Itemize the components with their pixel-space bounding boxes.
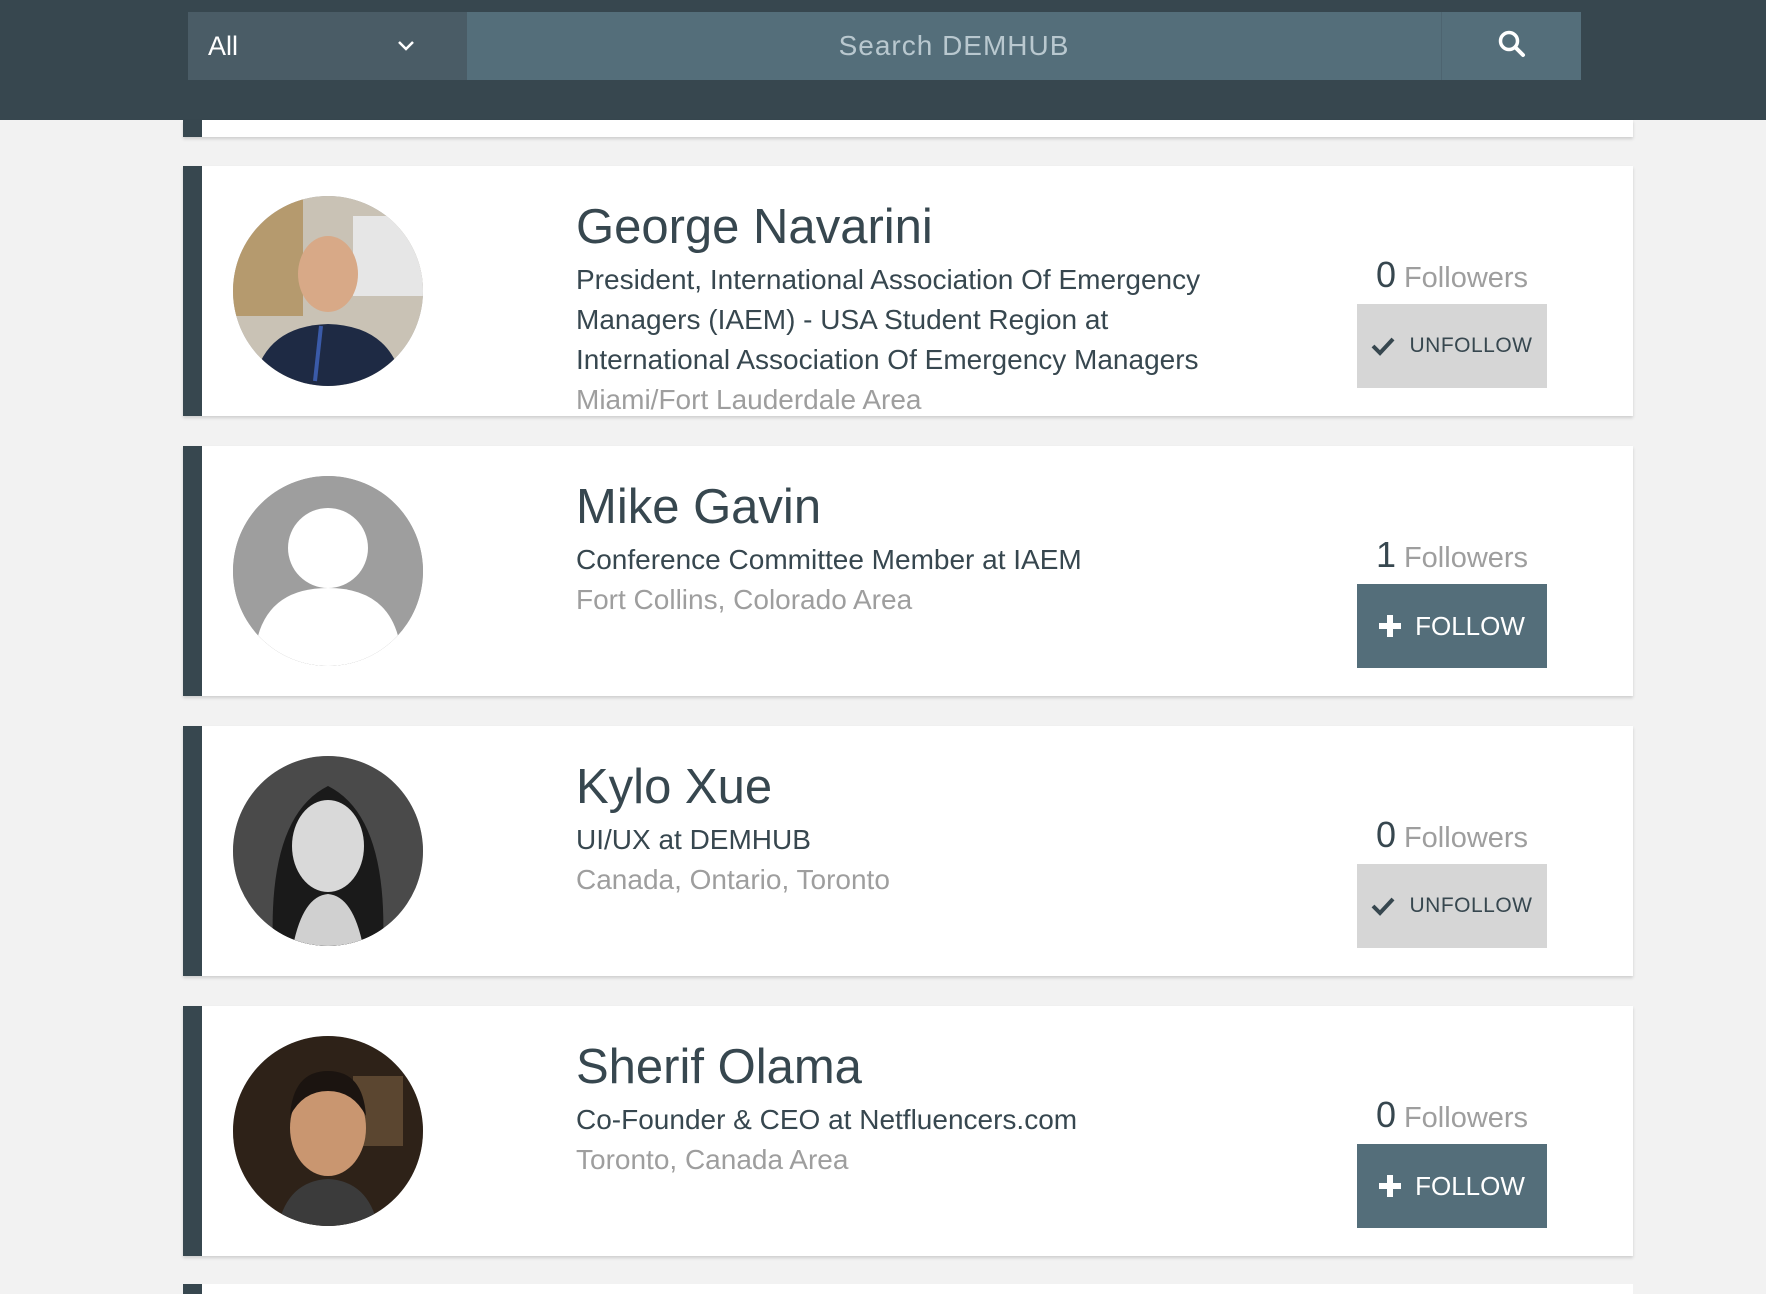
search-input[interactable]: Search DEMHUB: [467, 12, 1441, 80]
plus-icon: [1379, 615, 1402, 637]
follower-count-number: 0: [1375, 254, 1396, 295]
avatar[interactable]: [233, 1036, 423, 1226]
follow-button-label: FOLLOW: [1415, 1170, 1525, 1201]
unfollow-button-label: UNFOLLOW: [1409, 894, 1533, 917]
next-profile-card: [183, 1284, 1633, 1294]
profile-name[interactable]: Sherif Olama: [576, 1034, 1216, 1100]
search-icon: [1497, 29, 1527, 64]
profile-name[interactable]: Mike Gavin: [576, 474, 1216, 540]
follower-count-label: Followers: [1403, 542, 1529, 574]
follower-count-label: Followers: [1403, 1102, 1529, 1134]
avatar[interactable]: [233, 756, 423, 946]
follower-count-number: 0: [1375, 814, 1396, 855]
check-icon: [1371, 336, 1395, 356]
top-header: All Search DEMHUB: [0, 0, 1766, 120]
follower-count: 0 Followers: [1357, 1094, 1547, 1139]
follow-button-label: FOLLOW: [1415, 610, 1525, 641]
unfollow-button-label: UNFOLLOW: [1409, 334, 1533, 357]
follow-button[interactable]: FOLLOW: [1357, 584, 1547, 668]
profile-name[interactable]: Kylo Xue: [576, 754, 1216, 820]
profile-card: Kylo Xue UI/UX at DEMHUB Canada, Ontario…: [183, 726, 1633, 976]
plus-icon: [1379, 1175, 1402, 1197]
unfollow-button[interactable]: UNFOLLOW: [1357, 304, 1547, 388]
profile-title: UI/UX at DEMHUB: [576, 824, 811, 855]
follower-count-label: Followers: [1403, 822, 1529, 854]
profile-card: Mike Gavin Conference Committee Member a…: [183, 446, 1633, 696]
profile-location: Canada, Ontario, Toronto: [576, 864, 890, 895]
profile-location: Miami/Fort Lauderdale Area: [576, 384, 922, 415]
avatar[interactable]: [233, 196, 423, 386]
profile-card: Sherif Olama Co-Founder & CEO at Netflue…: [183, 1006, 1633, 1256]
follower-count: 0 Followers: [1357, 814, 1547, 859]
search-button[interactable]: [1441, 12, 1581, 80]
default-user-icon[interactable]: [233, 476, 423, 666]
previous-profile-card: [183, 120, 1633, 137]
check-icon: [1371, 896, 1395, 916]
search-placeholder: Search DEMHUB: [838, 30, 1070, 61]
follower-count: 0 Followers: [1357, 254, 1547, 299]
profile-title: Conference Committee Member at IAEM: [576, 544, 1082, 575]
profile-location: Fort Collins, Colorado Area: [576, 584, 913, 615]
category-filter-dropdown[interactable]: All: [188, 12, 467, 80]
profile-name[interactable]: George Navarini: [576, 194, 1216, 260]
follower-count: 1 Followers: [1357, 534, 1547, 579]
follower-count-number: 1: [1375, 534, 1396, 575]
profile-title: President, International Association Of …: [576, 264, 1201, 375]
profile-title: Co-Founder & CEO at Netfluencers.com: [576, 1104, 1078, 1135]
unfollow-button[interactable]: UNFOLLOW: [1357, 864, 1547, 948]
profile-card: George Navarini President, International…: [183, 166, 1633, 416]
follow-button[interactable]: FOLLOW: [1357, 1144, 1547, 1228]
filter-selected-value: All: [208, 31, 239, 61]
follower-count-label: Followers: [1403, 262, 1529, 294]
profile-location: Toronto, Canada Area: [576, 1144, 849, 1175]
follower-count-number: 0: [1375, 1094, 1396, 1135]
chevron-down-icon: [395, 12, 417, 80]
